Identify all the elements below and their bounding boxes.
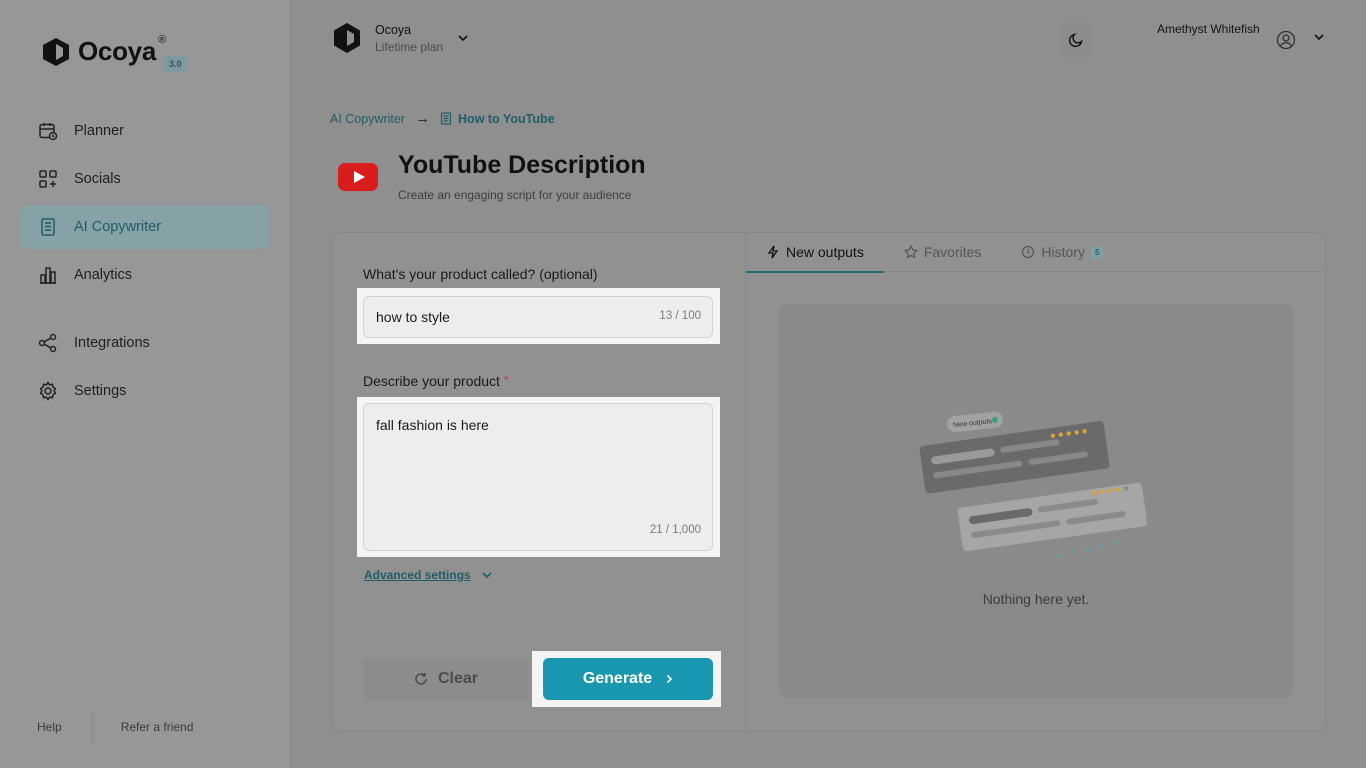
page-title: YouTube Description [398, 151, 646, 179]
tab-new-outputs[interactable]: New outputs [746, 232, 884, 273]
advanced-settings-toggle[interactable]: Advanced settings [364, 568, 493, 582]
workspace-logo-icon [334, 23, 360, 53]
sidebar-item-ai-copywriter[interactable]: AI Copywriter [20, 205, 270, 249]
star-icon [903, 245, 918, 259]
workspace-switcher[interactable]: Ocoya Lifetime plan [333, 22, 469, 54]
moon-icon [1068, 33, 1083, 48]
empty-state-text: Nothing here yet. [982, 591, 1090, 607]
brand-logo[interactable]: Ocoya ® 3.0 [42, 34, 188, 72]
description-label: Describe your product * [363, 373, 509, 389]
tab-label: History [1041, 244, 1085, 260]
sidebar-item-label: Settings [74, 383, 127, 399]
required-mark: * [503, 373, 509, 387]
sidebar-item-planner[interactable]: Planner [20, 109, 270, 153]
history-count-badge: 5 [1090, 245, 1104, 259]
breadcrumb: AI Copywriter → How to YouTube [330, 110, 555, 127]
page-subtitle: Create an engaging script for your audie… [398, 188, 632, 202]
clock-icon [1022, 245, 1035, 259]
sidebar-item-label: Planner [74, 123, 124, 139]
registered-mark: ® [158, 34, 167, 46]
dark-mode-toggle[interactable] [1059, 23, 1093, 57]
sidebar-item-settings[interactable]: Settings [20, 369, 270, 413]
tab-favorites[interactable]: Favorites [884, 232, 1002, 272]
sidebar-item-analytics[interactable]: Analytics [20, 253, 270, 297]
footer-divider [91, 710, 93, 744]
generate-button[interactable]: Generate [543, 658, 713, 700]
sidebar-nav: Planner Socials AI Copywriter Analytics [20, 109, 270, 417]
youtube-icon [338, 163, 378, 191]
breadcrumb-current: How to YouTube [440, 112, 555, 126]
sidebar-item-label: Socials [74, 171, 121, 187]
output-tabs: New outputs Favorites History 5 [746, 232, 1325, 273]
sidebar-item-label: Integrations [74, 335, 150, 351]
product-name-value: how to style [376, 309, 450, 325]
product-name-input[interactable]: how to style 13 / 100 [363, 296, 713, 338]
user-name[interactable]: Amethyst Whitefish [1157, 22, 1260, 36]
calendar-icon [38, 121, 58, 141]
chevron-right-icon [667, 674, 673, 684]
brand-name: Ocoya [78, 36, 156, 66]
chevron-down-icon [482, 572, 492, 579]
share-nodes-icon [38, 333, 58, 353]
document-icon [440, 112, 452, 125]
workspace-plan: Lifetime plan [375, 39, 444, 54]
clear-button[interactable]: Clear [363, 658, 529, 700]
version-badge: 3.0 [163, 56, 188, 72]
description-counter: 21 / 1,000 [649, 524, 701, 536]
refresh-icon [415, 673, 427, 685]
tab-history[interactable]: History 5 [1001, 232, 1123, 272]
generate-button-label: Generate [582, 670, 653, 687]
ocoya-logo-icon [43, 37, 69, 66]
tab-label: New outputs [786, 244, 864, 260]
workspace-name: Ocoya [375, 22, 412, 37]
sidebar-item-socials[interactable]: Socials [20, 157, 270, 201]
description-label-text: Describe your product [363, 373, 500, 389]
breadcrumb-parent-link[interactable]: AI Copywriter [330, 112, 405, 126]
sidebar-item-label: Analytics [74, 267, 133, 283]
sidebar-item-label: AI Copywriter [74, 219, 162, 235]
description-textarea[interactable]: fall fashion is here 21 / 1,000 [363, 403, 713, 551]
panel-divider [745, 232, 746, 732]
sidebar: Ocoya ® 3.0 Planner Socials AI Copywrite… [0, 0, 291, 768]
bolt-icon [767, 245, 779, 259]
chevron-down-icon[interactable] [1313, 33, 1325, 41]
sidebar-item-integrations[interactable]: Integrations [20, 321, 270, 365]
apps-plus-icon [38, 169, 58, 189]
help-link[interactable]: Help [37, 720, 62, 734]
breadcrumb-arrow: → [415, 110, 431, 127]
empty-outputs-illustration: New outputs [919, 411, 1147, 559]
sidebar-footer: Help Refer a friend [0, 710, 291, 744]
output-panel: New outputs [779, 304, 1293, 698]
user-avatar-icon[interactable] [1276, 30, 1296, 50]
product-name-counter: 13 / 100 [659, 310, 701, 322]
bar-chart-icon [38, 265, 58, 285]
chevron-down-icon [458, 35, 468, 42]
refer-friend-link[interactable]: Refer a friend [121, 720, 194, 734]
document-icon [38, 217, 58, 237]
description-value: fall fashion is here [376, 417, 489, 433]
product-name-label: What's your product called? (optional) [363, 266, 598, 282]
tab-label: Favorites [923, 244, 982, 260]
workspace-text: Ocoya Lifetime plan [375, 23, 443, 54]
advanced-settings-label: Advanced settings [364, 568, 471, 582]
breadcrumb-current-label: How to YouTube [458, 111, 555, 126]
clear-button-label: Clear [437, 670, 479, 687]
gear-icon [38, 381, 58, 401]
